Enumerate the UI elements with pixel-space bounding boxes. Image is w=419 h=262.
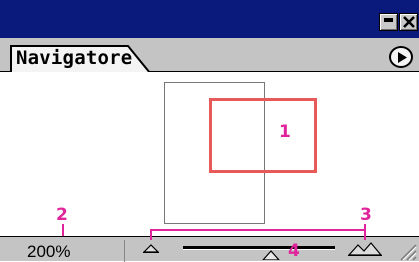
resize-grip-icon[interactable]: [399, 243, 417, 261]
tab-bar: Navigatore: [0, 38, 419, 73]
callout-4: 4: [288, 241, 300, 261]
callout-3-bracket-top: [150, 229, 366, 231]
zoom-slider-thumb[interactable]: [262, 250, 280, 260]
zoom-out-icon[interactable]: [143, 243, 159, 253]
zoom-in-icon[interactable]: [348, 242, 382, 256]
view-rectangle[interactable]: [209, 98, 317, 173]
callout-1: 1: [279, 122, 291, 142]
tab-label: Navigatore: [16, 47, 133, 69]
callout-3-bracket-left: [150, 230, 152, 240]
status-bar: 200% 4: [0, 236, 419, 262]
close-icon[interactable]: [399, 13, 418, 31]
navigator-preview[interactable]: 1 2 3: [0, 72, 419, 236]
palette-title-bar[interactable]: [0, 0, 419, 38]
callout-2-line: [62, 224, 64, 236]
callout-2: 2: [56, 205, 68, 225]
zoom-value: 200%: [27, 242, 71, 261]
panel-menu-icon[interactable]: [389, 46, 413, 68]
zoom-slider-track[interactable]: [183, 246, 335, 249]
callout-3-bracket-right: [364, 224, 366, 240]
zoom-field[interactable]: 200%: [10, 240, 125, 262]
minimize-icon[interactable]: [379, 13, 398, 31]
callout-3: 3: [360, 205, 372, 225]
